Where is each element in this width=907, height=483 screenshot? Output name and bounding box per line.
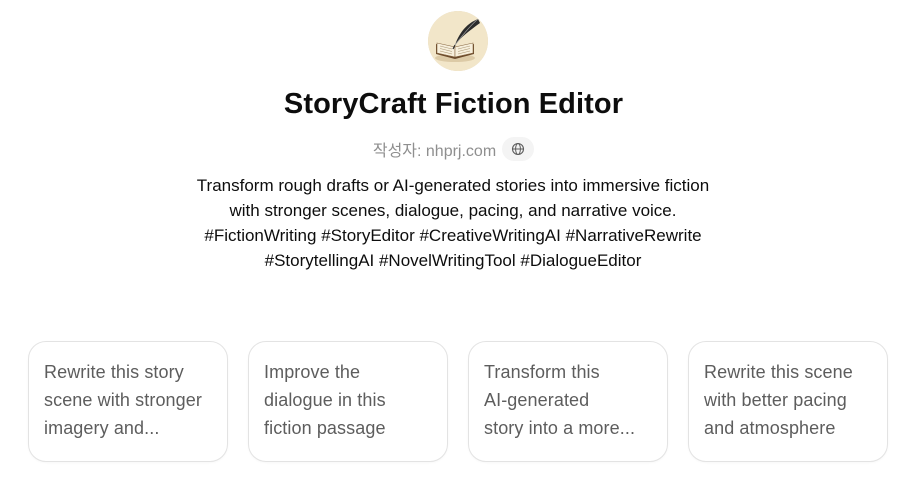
book-and-quill-icon <box>428 11 488 71</box>
starter-line: Rewrite this story <box>44 362 184 382</box>
conversation-starter-text: Improve the dialogue in this fiction pas… <box>264 358 435 442</box>
conversation-starter-card[interactable]: Transform this AI-generated story into a… <box>468 341 668 462</box>
starter-line: story into a more... <box>484 418 636 438</box>
gpt-avatar <box>428 11 488 71</box>
description-line: #FictionWriting #StoryEditor #CreativeWr… <box>204 226 702 245</box>
gpt-profile-page: StoryCraft Fiction Editor 작성자: nhprj.com… <box>0 0 907 483</box>
conversation-starter-text: Rewrite this scene with better pacing an… <box>704 358 875 442</box>
conversation-starter-text: Transform this AI-generated story into a… <box>484 358 655 442</box>
conversation-starter-text: Rewrite this story scene with stronger i… <box>44 358 215 442</box>
description-line: with stronger scenes, dialogue, pacing, … <box>229 201 677 220</box>
conversation-starter-card[interactable]: Rewrite this scene with better pacing an… <box>688 341 888 462</box>
starter-line: with better pacing <box>704 390 847 410</box>
website-link-button[interactable] <box>502 137 535 161</box>
author-row: 작성자: nhprj.com <box>0 137 907 161</box>
description-line: #StorytellingAI #NovelWritingTool #Dialo… <box>264 251 642 270</box>
starter-line: Improve the <box>264 362 361 382</box>
starter-line: imagery and... <box>44 418 160 438</box>
starter-line: and atmosphere <box>704 418 836 438</box>
conversation-starters: Rewrite this story scene with stronger i… <box>28 341 888 462</box>
starter-line: scene with stronger <box>44 390 202 410</box>
starter-line: dialogue in this <box>264 390 386 410</box>
conversation-starter-card[interactable]: Improve the dialogue in this fiction pas… <box>248 341 448 462</box>
gpt-title: StoryCraft Fiction Editor <box>283 88 624 120</box>
starter-line: Transform this <box>484 362 600 382</box>
author-label: 작성자: nhprj.com <box>372 143 497 160</box>
starter-line: AI-generated <box>484 390 590 410</box>
starter-line: Rewrite this scene <box>704 362 853 382</box>
conversation-starter-card[interactable]: Rewrite this story scene with stronger i… <box>28 341 228 462</box>
description-line: Transform rough drafts or AI-generated s… <box>196 176 710 195</box>
globe-icon <box>512 142 525 156</box>
starter-line: fiction passage <box>264 418 386 438</box>
gpt-description: Transform rough drafts or AI-generated s… <box>153 173 753 273</box>
